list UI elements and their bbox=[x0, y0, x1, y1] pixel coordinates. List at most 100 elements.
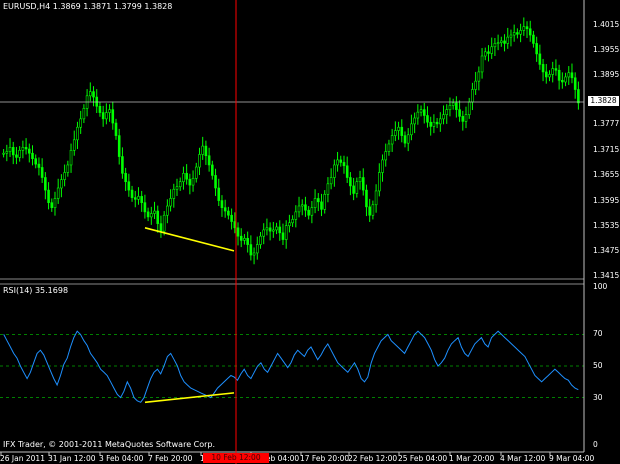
candle-body bbox=[487, 51, 490, 54]
candle-body bbox=[108, 109, 111, 113]
candle-body bbox=[448, 105, 452, 110]
candle-body bbox=[506, 36, 510, 44]
candle-body bbox=[117, 135, 121, 157]
candle-body bbox=[50, 202, 54, 208]
candle-body bbox=[162, 214, 166, 232]
candle-body bbox=[397, 126, 400, 131]
candle-body bbox=[98, 105, 102, 113]
candle-body bbox=[573, 77, 577, 90]
candle-body bbox=[246, 237, 249, 245]
candle-body bbox=[538, 53, 542, 65]
candle-body bbox=[329, 177, 333, 185]
candle-body bbox=[349, 177, 352, 187]
candle-body bbox=[419, 109, 423, 113]
candle-body bbox=[522, 26, 526, 31]
candle-body bbox=[564, 76, 567, 83]
candle-body bbox=[310, 207, 314, 216]
candle-body bbox=[140, 196, 143, 203]
candle-body bbox=[124, 173, 127, 183]
candle-body bbox=[60, 179, 63, 189]
candle-body bbox=[483, 51, 487, 57]
candle-body bbox=[27, 148, 31, 154]
candle-body bbox=[239, 235, 243, 241]
price-tick: 1.3655 bbox=[593, 170, 620, 180]
candle-body bbox=[445, 109, 449, 115]
candle-body bbox=[111, 109, 115, 124]
candle-body bbox=[358, 177, 362, 183]
candle-body bbox=[252, 252, 256, 256]
candle-body bbox=[89, 91, 92, 97]
candle-body bbox=[439, 118, 442, 125]
price-tick: 1.3715 bbox=[593, 145, 620, 155]
candle-body bbox=[150, 213, 153, 218]
candle-body bbox=[281, 232, 285, 240]
candle-body bbox=[259, 235, 262, 245]
candle-body bbox=[37, 163, 41, 168]
candle-body bbox=[185, 173, 188, 180]
candle-body bbox=[143, 202, 147, 213]
candle-body bbox=[194, 166, 198, 179]
candle-body bbox=[384, 151, 388, 161]
candle-body bbox=[519, 30, 522, 35]
candle-body bbox=[133, 197, 137, 200]
price-tick: 1.3475 bbox=[593, 245, 620, 255]
candle-body bbox=[278, 226, 282, 234]
candle-body bbox=[503, 40, 506, 44]
candle-body bbox=[365, 189, 368, 208]
candle-body bbox=[53, 198, 57, 208]
chart-canvas[interactable] bbox=[0, 0, 620, 464]
candle-body bbox=[288, 222, 291, 227]
candle-body bbox=[333, 164, 336, 178]
candle-body bbox=[44, 177, 47, 191]
candle-body bbox=[146, 211, 150, 218]
candle-body bbox=[361, 177, 365, 191]
candle-body bbox=[137, 196, 140, 200]
rsi-info: RSI(14) 35.1698 bbox=[3, 286, 69, 295]
candle-body bbox=[410, 123, 413, 136]
rsi-tick: 70 bbox=[593, 329, 603, 339]
candle-body bbox=[217, 187, 221, 201]
candle-body bbox=[381, 159, 384, 173]
candle-body bbox=[345, 165, 349, 178]
candle-body bbox=[69, 149, 73, 166]
candle-body bbox=[40, 167, 44, 178]
candle-body bbox=[243, 237, 246, 241]
candle-body bbox=[15, 154, 18, 158]
candle-body bbox=[406, 134, 410, 144]
candle-body bbox=[557, 69, 561, 81]
candle-body bbox=[313, 198, 317, 208]
rsi-tick: 30 bbox=[593, 392, 603, 402]
candle-body bbox=[509, 34, 513, 38]
candle-body bbox=[11, 147, 15, 156]
candle-body bbox=[355, 181, 359, 194]
candle-body bbox=[166, 205, 169, 216]
candle-body bbox=[207, 155, 211, 166]
candle-body bbox=[156, 210, 160, 224]
candle-body bbox=[284, 225, 288, 240]
candle-body bbox=[500, 40, 503, 43]
candle-body bbox=[63, 172, 66, 180]
candle-body bbox=[31, 152, 34, 159]
time-tick-label: 31 Jan 12:00 bbox=[48, 454, 96, 463]
candle-body bbox=[378, 172, 381, 192]
candle-body bbox=[541, 64, 545, 73]
current-price-tag: 1.3828 bbox=[588, 96, 619, 106]
candle-body bbox=[352, 185, 355, 194]
candle-body bbox=[442, 114, 445, 120]
candle-body bbox=[265, 227, 269, 231]
candle-body bbox=[490, 46, 493, 54]
candle-body bbox=[159, 223, 163, 232]
candle-body bbox=[461, 116, 465, 122]
candle-body bbox=[24, 147, 28, 150]
copyright-text: IFX Trader, © 2001-2011 MetaQuotes Softw… bbox=[3, 440, 216, 449]
candle-body bbox=[211, 164, 214, 176]
candle-body bbox=[130, 189, 134, 198]
rsi-tick: 50 bbox=[593, 361, 603, 370]
time-tick-label: 7 Feb 20:00 bbox=[148, 454, 193, 463]
candle-body bbox=[570, 72, 574, 79]
candle-body bbox=[316, 198, 320, 203]
candle-body bbox=[82, 108, 86, 120]
candle-body bbox=[127, 181, 131, 191]
candle-body bbox=[493, 43, 497, 48]
candle-body bbox=[72, 139, 76, 151]
